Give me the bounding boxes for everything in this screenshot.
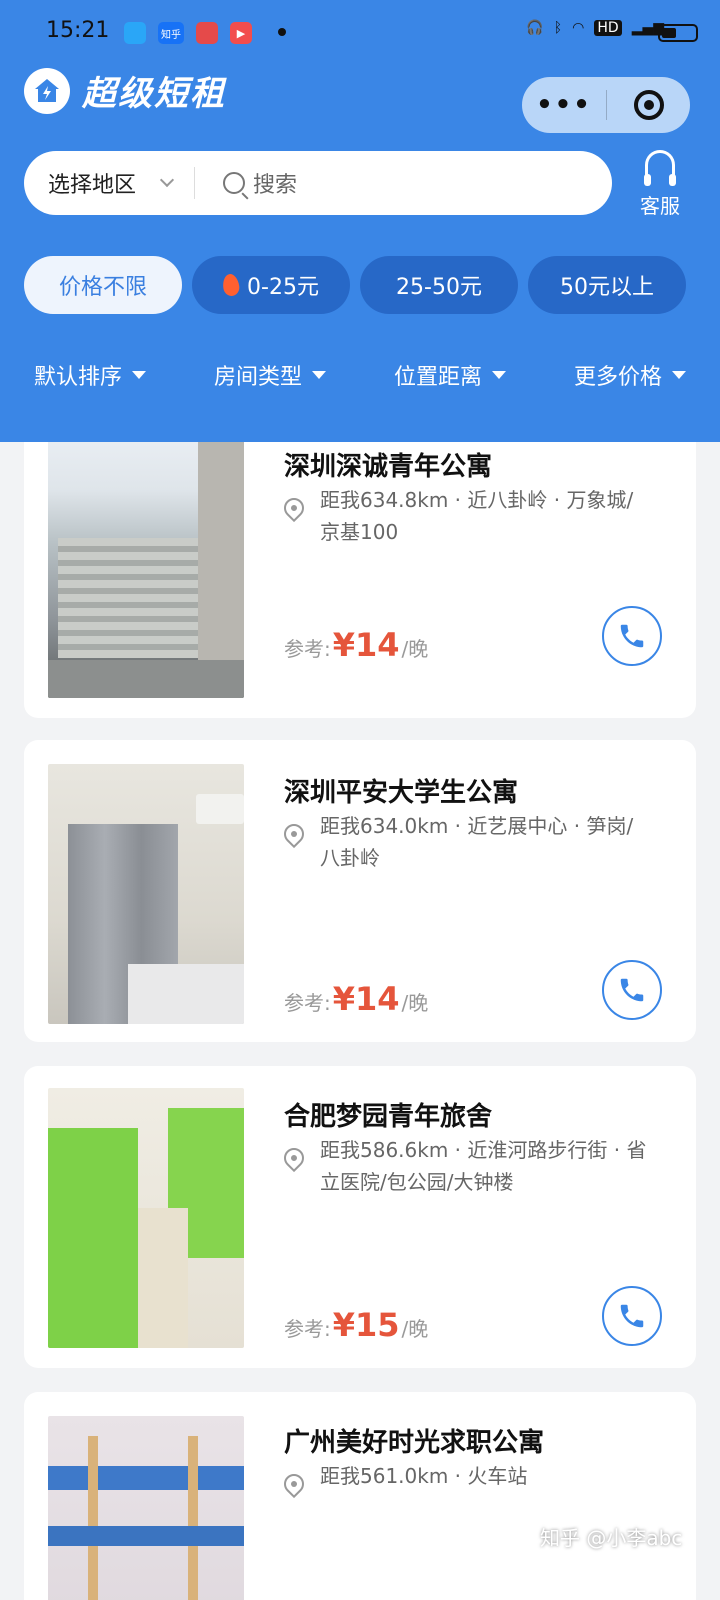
battery-icon (658, 24, 698, 42)
logo-text: 超级短租 (82, 74, 226, 114)
location-pin-icon (279, 819, 309, 849)
caret-down-icon (672, 371, 686, 379)
qq-icon (124, 22, 146, 44)
status-bar: 15:21 知乎 ▶ 🎧 ᛒ ◠ HD ▂▄▆ (0, 0, 720, 64)
call-button[interactable] (602, 606, 662, 666)
headphone-icon: 🎧 (526, 20, 544, 36)
location-pin-icon (279, 1143, 309, 1173)
app-icon (196, 22, 218, 44)
bluetooth-icon: ᛒ (553, 20, 563, 36)
sort-distance[interactable]: 位置距离 (360, 350, 540, 400)
house-bolt-icon (24, 67, 70, 114)
location-pin-icon (279, 1469, 309, 1499)
listing-photo (48, 764, 244, 1024)
listing-title: 深圳深诚青年公寓 (284, 452, 493, 482)
zhihu-icon: 知乎 (158, 22, 184, 44)
listing-address: 距我634.8km · 近八卦岭 · 万象城/京基100 (320, 488, 634, 544)
price-row: 参考: ¥15 /晚 (284, 1306, 428, 1344)
watermark: 知乎 @小李abc (540, 1526, 683, 1550)
hd-icon: HD (594, 20, 622, 36)
listing-photo (48, 1088, 244, 1348)
status-time: 15:21 (46, 18, 110, 43)
price-prefix: 参考: (284, 637, 331, 661)
chip-price-25-50[interactable]: 25-50元 (360, 256, 518, 314)
phone-icon (620, 1304, 644, 1328)
chip-label: 0-25元 (247, 275, 319, 300)
app-logo: 超级短租 (24, 66, 226, 115)
phone-icon (620, 978, 644, 1002)
listing-card[interactable]: 深圳深诚青年公寓 距我634.8km · 近八卦岭 · 万象城/京基100 参考… (24, 442, 696, 718)
more-menu-button[interactable]: ••• (522, 90, 606, 120)
price-filter-chips: 价格不限 0-25元 25-50元 50元以上 (24, 256, 686, 314)
chip-price-any[interactable]: 价格不限 (24, 256, 182, 314)
customer-service-label: 客服 (640, 194, 680, 218)
price-value: ¥15 (332, 1306, 400, 1344)
listing-address: 距我561.0km · 火车站 (320, 1464, 528, 1488)
sort-bar: 默认排序 房间类型 位置距离 更多价格 (0, 350, 720, 400)
price-unit: /晚 (401, 991, 429, 1015)
price-value: ¥14 (332, 980, 400, 1018)
app-header: 15:21 知乎 ▶ 🎧 ᛒ ◠ HD ▂▄▆ 超级短租 ••• 选择地区 搜索 (0, 0, 720, 442)
call-button[interactable] (602, 960, 662, 1020)
listing-address: 距我634.0km · 近艺展中心 · 笋岗/八卦岭 (320, 814, 634, 870)
search-input[interactable]: 搜索 (253, 167, 297, 199)
caret-down-icon (312, 371, 326, 379)
customer-service-button[interactable]: 客服 (630, 150, 690, 219)
headset-icon (644, 150, 676, 186)
price-row: 参考: ¥14 /晚 (284, 626, 428, 664)
price-row: 参考: ¥14 /晚 (284, 980, 428, 1018)
flame-icon (221, 272, 241, 298)
caret-down-icon (492, 371, 506, 379)
location-pin-icon (279, 493, 309, 523)
listing-address: 距我586.6km · 近淮河路步行街 · 省立医院/包公园/大钟楼 (320, 1138, 647, 1194)
sort-default[interactable]: 默认排序 (0, 350, 180, 400)
price-value: ¥14 (332, 626, 400, 664)
region-selector[interactable]: 选择地区 (48, 167, 136, 199)
video-icon: ▶ (230, 22, 252, 44)
notification-dot (278, 28, 286, 36)
listing-title: 合肥梦园青年旅舍 (284, 1102, 493, 1132)
search-bar: 选择地区 搜索 (24, 151, 612, 215)
search-divider (194, 167, 196, 199)
chevron-down-icon[interactable] (159, 172, 175, 188)
caret-down-icon (132, 371, 146, 379)
chip-price-0-25[interactable]: 0-25元 (192, 256, 350, 314)
listing-photo (48, 1416, 244, 1600)
call-button[interactable] (602, 1286, 662, 1346)
listing-card[interactable]: 广州美好时光求职公寓 距我561.0km · 火车站 (24, 1392, 696, 1600)
price-unit: /晚 (401, 1317, 429, 1341)
listing-card[interactable]: 合肥梦园青年旅舍 距我586.6km · 近淮河路步行街 · 省立医院/包公园/… (24, 1066, 696, 1368)
phone-icon (620, 624, 644, 648)
system-status-icons: 🎧 ᛒ ◠ HD ▂▄▆ (526, 20, 664, 36)
sort-more-price[interactable]: 更多价格 (540, 350, 720, 400)
price-unit: /晚 (401, 637, 429, 661)
listing-photo (48, 442, 244, 698)
chip-price-50-plus[interactable]: 50元以上 (528, 256, 686, 314)
search-icon (223, 172, 246, 194)
price-prefix: 参考: (284, 991, 331, 1015)
chip-label: 25-50元 (396, 275, 482, 300)
miniprogram-capsule: ••• (522, 77, 690, 133)
sort-room-type[interactable]: 房间类型 (180, 350, 360, 400)
close-miniprogram-button[interactable] (607, 90, 690, 120)
target-icon (633, 90, 664, 120)
price-prefix: 参考: (284, 1317, 331, 1341)
chip-label: 价格不限 (58, 275, 147, 300)
listing-title: 广州美好时光求职公寓 (284, 1428, 545, 1458)
listing-title: 深圳平安大学生公寓 (284, 778, 519, 808)
chip-label: 50元以上 (560, 275, 654, 300)
listing-list: 深圳深诚青年公寓 距我634.8km · 近八卦岭 · 万象城/京基100 参考… (0, 442, 720, 1600)
wifi-icon: ◠ (572, 20, 585, 36)
listing-card[interactable]: 深圳平安大学生公寓 距我634.0km · 近艺展中心 · 笋岗/八卦岭 参考:… (24, 740, 696, 1042)
